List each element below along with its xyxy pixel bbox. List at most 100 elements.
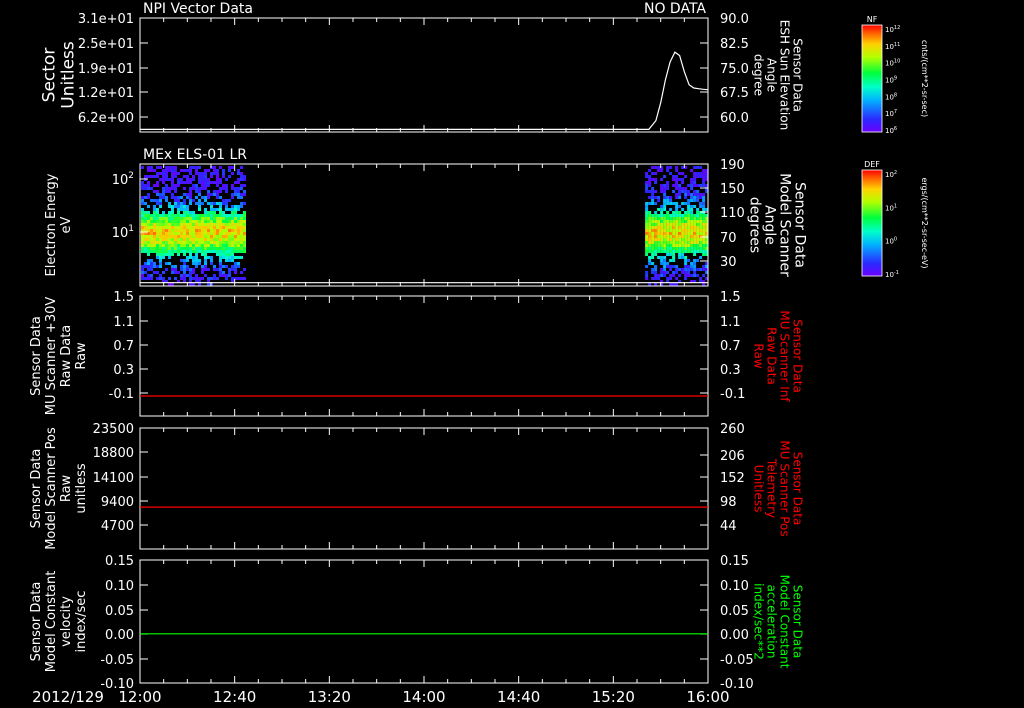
spectrogram-cell [657,214,661,217]
spectrogram-cell [177,229,180,232]
spectrogram-cell [225,220,228,223]
spectrogram-cell [666,247,670,250]
spectrogram-cell [171,166,174,169]
spectrogram-cell [192,232,195,235]
spectrogram-cell [213,265,216,268]
spectrogram-cell [153,241,156,244]
spectrogram-cell [660,220,664,223]
spectrogram-cell [645,235,649,238]
spectrogram-cell [159,229,162,232]
spectrogram-cell [657,208,661,211]
y2-axis-label-line: Sensor Data [790,319,804,393]
spectrogram-cell [231,172,234,175]
spectrogram-cell [687,211,691,214]
spectrogram-cell [165,184,168,187]
spectrogram-cell [228,247,231,250]
spectrogram-cell [231,211,234,214]
y-tick-label: 1.5 [113,290,134,305]
spectrogram-cell [198,244,201,247]
spectrogram-cell [171,184,174,187]
spectrogram-cell [648,217,652,220]
spectrogram-cell [153,226,156,229]
spectrogram-cell [207,229,210,232]
spectrogram-cell [672,178,676,181]
spectrogram-cell [159,253,162,256]
spectrogram-cell [195,277,198,280]
spectrogram-cell [675,202,679,205]
spectrogram-cell [222,238,225,241]
spectrogram-cell [660,232,664,235]
spectrogram-cell [204,247,207,250]
spectrogram-cell [693,181,697,184]
spectrogram-cell [231,277,234,280]
spectrogram-cell [648,238,652,241]
spectrogram-cell [177,238,180,241]
spectrogram-cell [186,217,189,220]
spectrogram-cell [678,226,682,229]
spectrogram-cell [192,235,195,238]
spectrogram-cell [693,235,697,238]
spectrogram-cell [243,235,246,238]
spectrogram-cell [690,205,694,208]
spectrogram-cell [183,241,186,244]
spectrogram-cell [204,265,207,268]
spectrogram-cell [159,235,162,238]
spectrogram-cell [243,214,246,217]
spectrogram-cell [165,166,168,169]
spectrogram-cell [198,214,201,217]
spectrogram-cell [177,178,180,181]
spectrogram-cell [189,190,192,193]
spectrogram-cell [159,256,162,259]
spectrogram-cell [186,169,189,172]
spectrogram-cell [150,199,153,202]
spectrogram-cell [240,223,243,226]
spectrogram-cell [228,250,231,253]
spectrogram-cell [675,247,679,250]
spectrogram-cell [156,238,159,241]
spectrogram-cell [219,196,222,199]
spectrogram-cell [207,247,210,250]
spectrogram-cell [168,244,171,247]
spectrogram-cell [186,241,189,244]
spectrogram-cell [681,229,685,232]
spectrogram-cell [693,274,697,277]
spectrogram-cell [189,181,192,184]
spectrogram-cell [648,214,652,217]
spectrogram-cell [675,214,679,217]
spectrogram-cell [699,226,703,229]
spectrogram-cell [663,265,667,268]
spectrogram-cell [189,229,192,232]
y-axis-label-line: Model Constant [44,571,59,673]
spectrogram-cell [165,217,168,220]
spectrogram-cell [663,250,667,253]
spectrogram-cell [651,253,655,256]
spectrogram-cell [198,259,201,262]
colorbar-gradient [861,24,883,133]
spectrogram-cell [201,241,204,244]
spectrogram-cell [198,223,201,226]
spectrogram-cell [153,265,156,268]
y2-axis-label-line: Model Constant [777,575,791,669]
spectrogram-cell [147,262,150,265]
colorbar-tick-exp: 9 [894,76,897,82]
spectrogram-cell [147,274,150,277]
spectrogram-cell [672,175,676,178]
spectrogram-cell [669,208,673,211]
spectrogram-cell [237,256,240,259]
spectrogram-cell [150,187,153,190]
spectrogram-cell [153,214,156,217]
spectrogram-cell [699,214,703,217]
spectrogram-cell [141,244,144,247]
spectrogram-cell [690,244,694,247]
spectrogram-cell [210,217,213,220]
spectrogram-cell [183,223,186,226]
spectrogram-cell [663,214,667,217]
spectrogram-cell [222,256,225,259]
spectrogram-cell [693,259,697,262]
spectrogram-cell [195,250,198,253]
spectrogram-cell [162,196,165,199]
spectrogram-cell [144,226,147,229]
spectrogram-cell [213,250,216,253]
spectrogram-cell [681,202,685,205]
spectrogram-cell [195,223,198,226]
